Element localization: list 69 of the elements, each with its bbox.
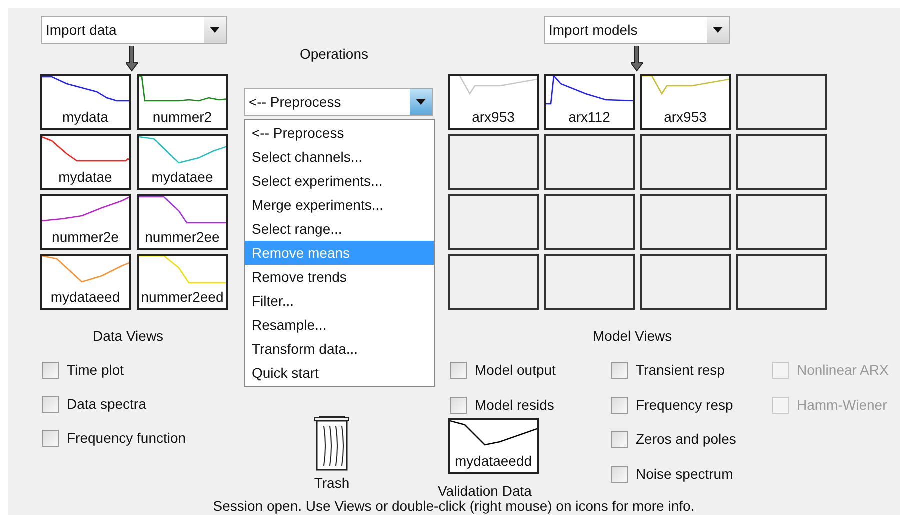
data-icon[interactable]: nummer2: [137, 74, 228, 130]
menu-item[interactable]: <-- Preprocess: [245, 121, 434, 145]
checkbox-label: Data spectra: [67, 395, 146, 414]
tile-label: mydataeed: [50, 288, 120, 306]
down-arrow-icon: [126, 46, 138, 72]
tile-label: mydataeedd: [454, 452, 532, 470]
checkbox-label: Model output: [475, 361, 556, 380]
tile-label: mydatae: [58, 168, 112, 186]
checkbox-label: Zeros and poles: [636, 430, 736, 449]
menu-item[interactable]: Resample...: [245, 313, 434, 337]
tile-label: arx953: [664, 108, 707, 126]
tile-label: arx112: [568, 108, 610, 126]
tile-label: nummer2eed: [141, 288, 224, 306]
trash-icon: [314, 414, 350, 472]
down-arrow-icon: [631, 46, 643, 72]
data-icon[interactable]: mydataeed: [40, 254, 131, 310]
checkbox-label: Time plot: [67, 361, 124, 380]
checkbox-label: Noise spectrum: [636, 464, 734, 484]
menu-item[interactable]: Remove trends: [245, 265, 434, 289]
checkbox[interactable]: [611, 396, 628, 414]
tile-label: arx953: [472, 108, 515, 126]
checkbox[interactable]: [450, 362, 467, 379]
caret-icon: [210, 27, 220, 33]
checkbox[interactable]: [42, 430, 59, 447]
menu-item[interactable]: Filter...: [245, 289, 434, 313]
preprocess-dropdown[interactable]: <-- Preprocess: [244, 88, 433, 116]
menu-item[interactable]: Merge experiments...: [245, 193, 434, 217]
import-models-dropdown[interactable]: Import models: [544, 16, 730, 44]
data-icon[interactable]: nummer2eed: [137, 254, 228, 310]
data-icon[interactable]: mydata: [40, 74, 131, 130]
data-icon[interactable]: mydataee: [137, 134, 228, 190]
checkbox-label: Transient resp: [636, 361, 725, 380]
checkbox[interactable]: [611, 431, 628, 448]
status-text: Session open. Use Views or double-click (right mouse) on icons for more info.: [212, 498, 696, 514]
model-icon[interactable]: arx953: [640, 74, 731, 130]
checkbox-label: Nonlinear ARX: [797, 361, 889, 380]
section-title: Data Views: [93, 327, 164, 346]
data-icon[interactable]: nummer2ee: [137, 194, 228, 250]
model-icon[interactable]: arx953: [448, 74, 539, 130]
checkbox[interactable]: [42, 362, 59, 379]
tile-label: nummer2: [152, 108, 212, 126]
menu-item[interactable]: Transform data...: [245, 337, 434, 361]
checkbox[interactable]: [450, 396, 467, 414]
tile-label: mydataee: [152, 168, 214, 186]
checkbox[interactable]: [611, 362, 628, 379]
checkbox-label: Frequency function: [67, 429, 186, 448]
section-title: Model Views: [593, 327, 672, 346]
tile-label: nummer2ee: [145, 228, 220, 246]
caret-icon: [713, 27, 723, 33]
checkbox-label: Frequency resp: [636, 396, 734, 415]
menu-item[interactable]: Select range...: [245, 217, 434, 241]
checkbox-label: Model resids: [475, 396, 554, 414]
validation-data-icon[interactable]: mydataeedd: [448, 418, 539, 474]
checkbox-label: Hamm-Wiener: [797, 396, 888, 414]
menu-item[interactable]: Select channels...: [245, 145, 434, 169]
tile-label: mydata: [62, 108, 108, 126]
import-data-dropdown[interactable]: Import data: [41, 16, 227, 44]
menu-item[interactable]: Select experiments...: [245, 169, 434, 193]
model-icon[interactable]: arx112: [544, 74, 635, 130]
validation-caption: Validation Data: [438, 482, 532, 500]
data-icon[interactable]: nummer2e: [40, 194, 131, 250]
tile-label: nummer2e: [52, 228, 119, 246]
trash-label: Trash: [314, 474, 350, 493]
section-title: Operations: [300, 45, 368, 64]
checkbox[interactable]: [611, 466, 628, 482]
caret-icon: [416, 99, 426, 105]
data-icon[interactable]: mydatae: [40, 134, 131, 190]
checkbox[interactable]: [42, 396, 59, 413]
menu-item[interactable]: Quick start: [245, 361, 434, 385]
